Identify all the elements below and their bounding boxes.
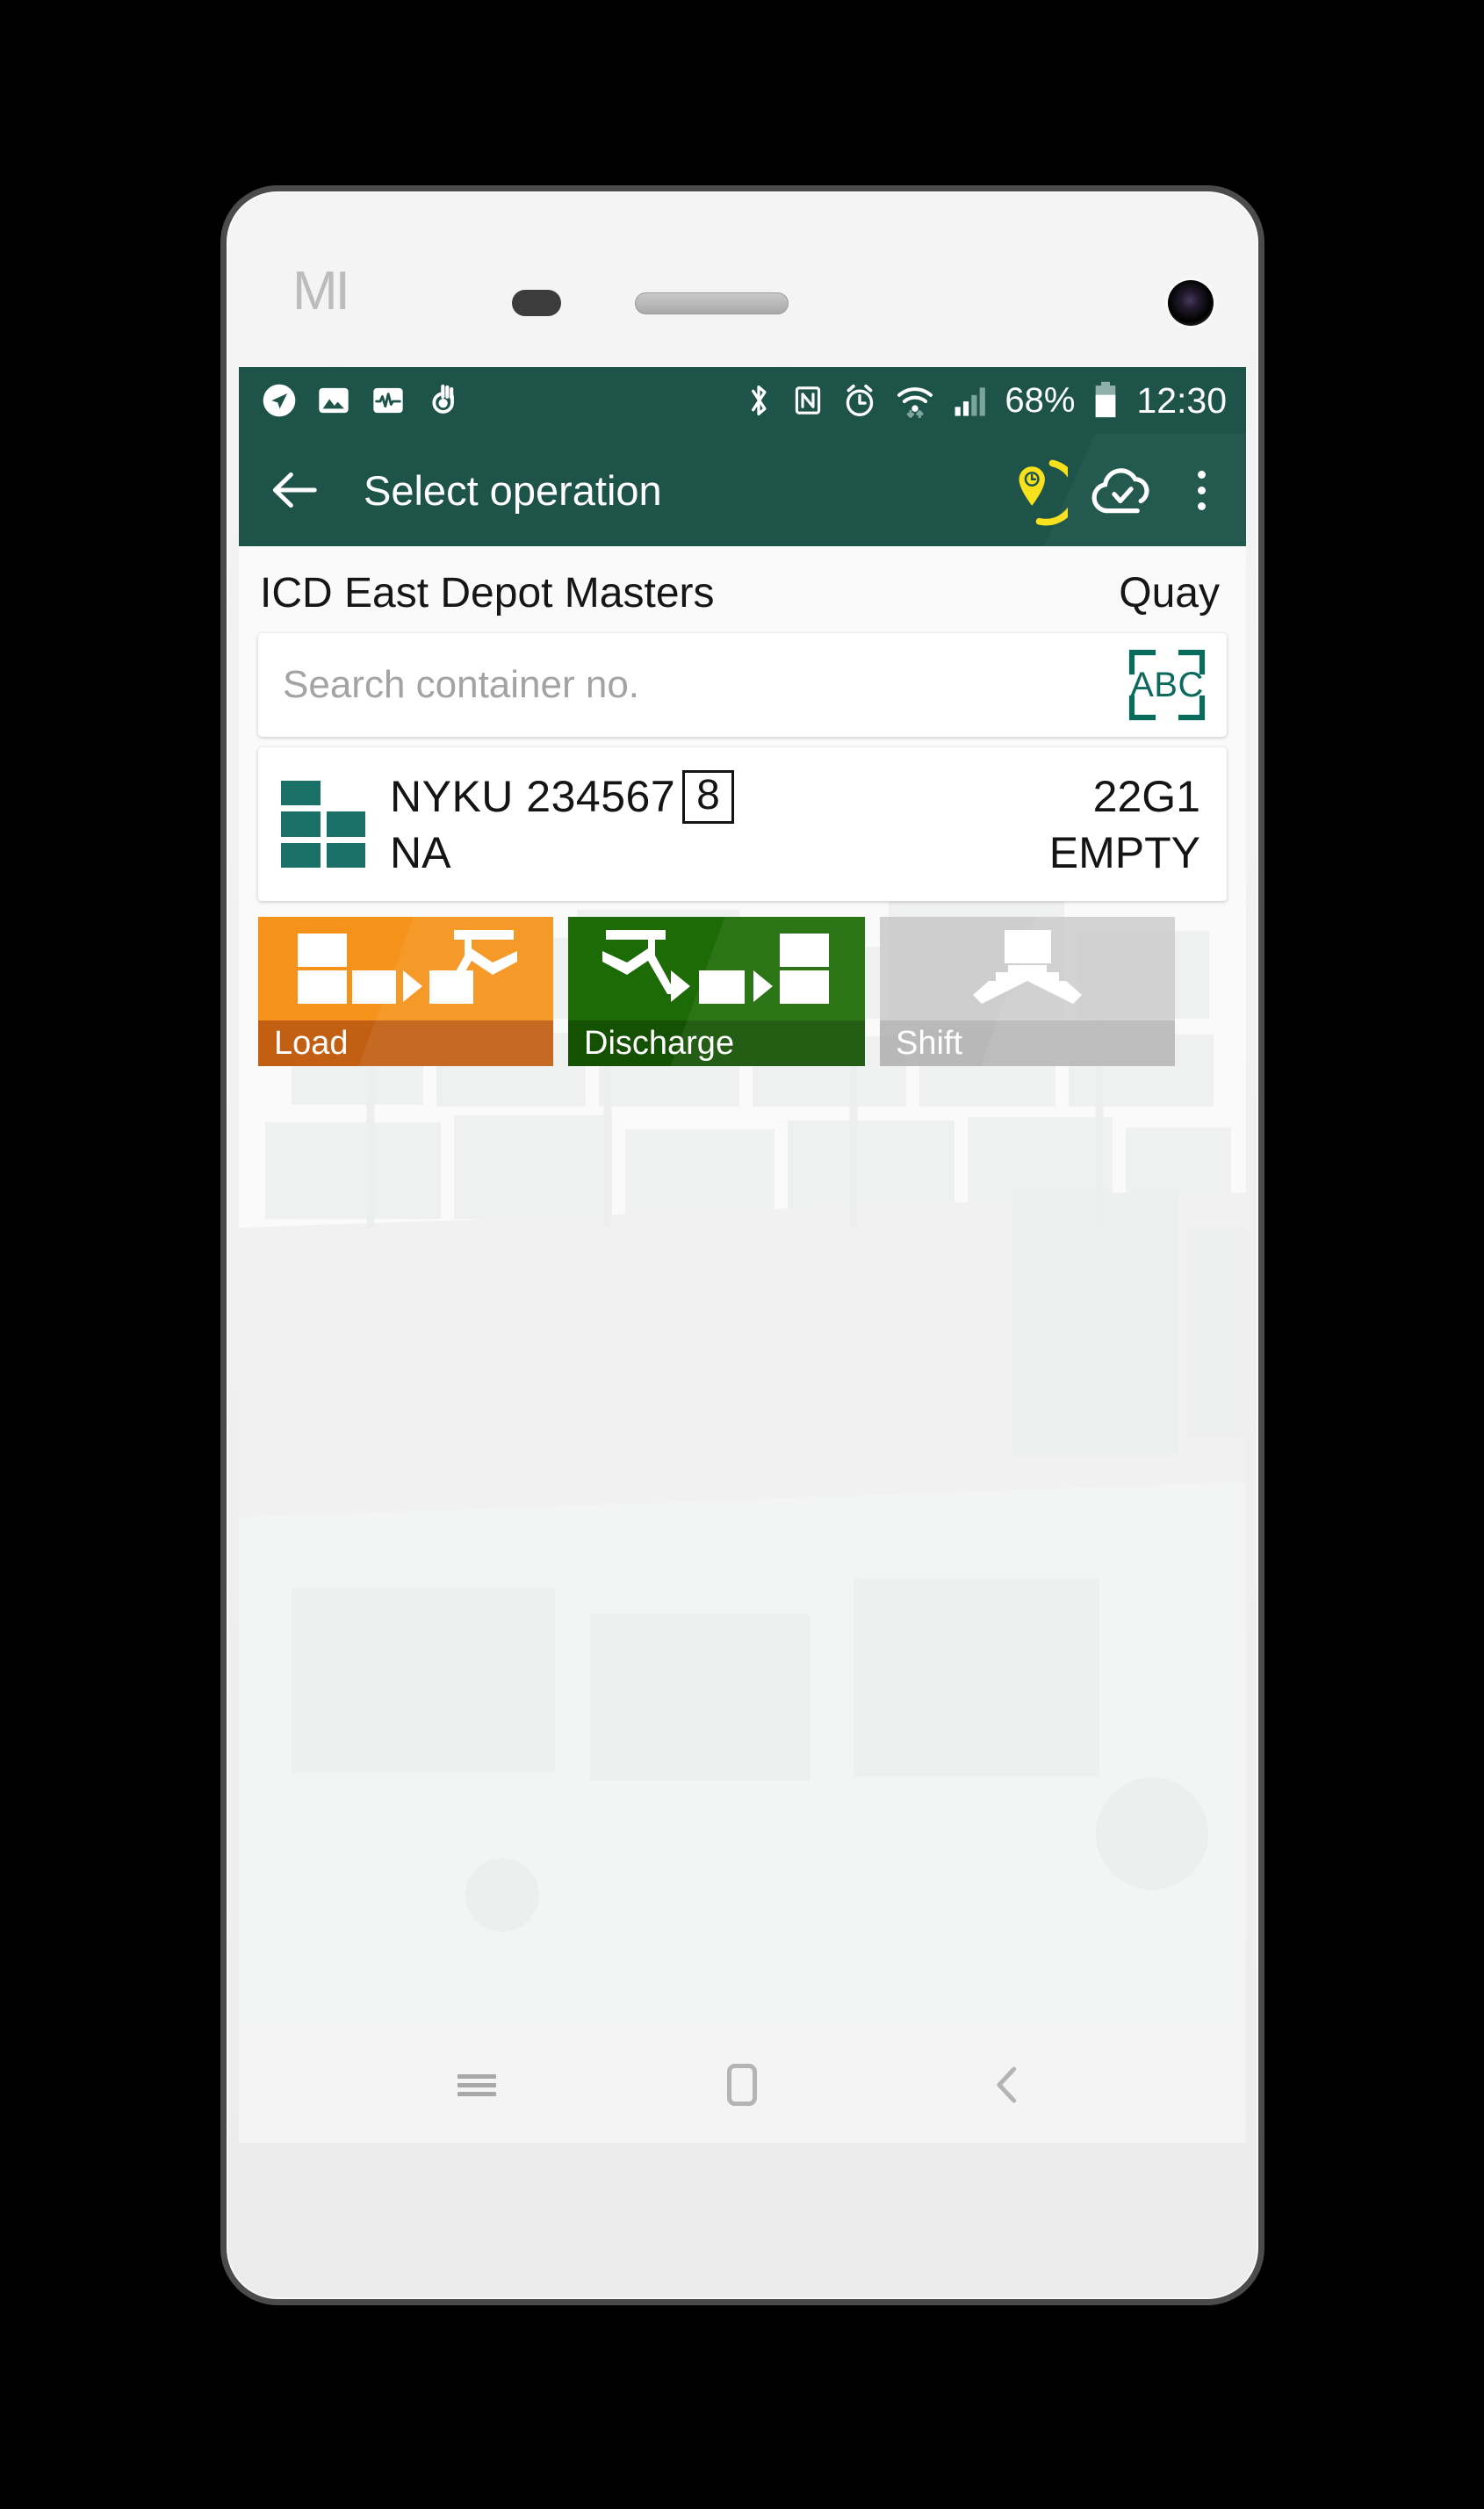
- container-result-row[interactable]: NYKU 234567 8 NA 22G1 EMPTY: [258, 747, 1227, 901]
- back-arrow-icon: [272, 472, 317, 508]
- container-stack-icon: [281, 780, 366, 869]
- depot-name-label: ICD East Depot Masters: [260, 570, 715, 616]
- container-status-left: NA: [390, 828, 451, 878]
- recents-icon: [457, 2070, 497, 2101]
- battery-icon: [1096, 381, 1116, 418]
- home-button[interactable]: [694, 2037, 790, 2133]
- status-bar-right-icons: 68% 12:30: [743, 380, 1227, 421]
- app-bar-actions: [997, 453, 1227, 527]
- ocr-scan-button[interactable]: ABC: [1127, 647, 1207, 723]
- content-area: ICD East Depot Masters Quay ABC: [239, 546, 1246, 2027]
- shift-tile-label: Shift: [880, 1020, 1175, 1066]
- container-check-digit: 8: [682, 769, 734, 825]
- proximity-sensor-icon: [512, 290, 561, 316]
- container-block: [281, 842, 321, 869]
- container-status-row: NA: [390, 827, 1032, 878]
- cloud-sync-icon: [1091, 468, 1149, 514]
- location-label: Quay: [1119, 570, 1220, 616]
- container-block: [326, 811, 365, 837]
- front-camera-icon: [1168, 280, 1214, 326]
- page-title: Select operation: [364, 466, 662, 514]
- status-bar-left-icons: [262, 383, 460, 418]
- container-number-row: NYKU 234567 8: [390, 769, 1032, 825]
- load-tile-label: Load: [258, 1020, 553, 1066]
- app-bar: Select operation: [239, 434, 1246, 546]
- container-type-code: 22G1: [1092, 771, 1200, 821]
- battery-percent-label: 68%: [1005, 381, 1076, 420]
- back-icon: [997, 2066, 1017, 2103]
- bluetooth-icon: [752, 385, 767, 416]
- operation-tiles: Load Discharge Shift: [258, 917, 1227, 1066]
- cloud-sync-button[interactable]: [1086, 453, 1160, 527]
- search-bar[interactable]: ABC: [258, 633, 1227, 737]
- overflow-dot: [1197, 470, 1206, 479]
- container-number: NYKU 234567: [390, 772, 676, 822]
- depot-header: ICD East Depot Masters Quay: [239, 546, 1246, 633]
- operation-tile-discharge[interactable]: Discharge: [568, 917, 865, 1066]
- operation-tile-load[interactable]: Load: [258, 917, 553, 1066]
- wifi-icon: [897, 387, 933, 419]
- mi-brand-logo: MI: [292, 261, 350, 321]
- overflow-dot: [1197, 501, 1206, 510]
- status-clock: 12:30: [1136, 379, 1227, 421]
- container-block: [281, 811, 321, 837]
- overflow-menu-button[interactable]: [1176, 453, 1227, 527]
- alarm-icon: [846, 384, 874, 416]
- phone-frame: MI 68% 12:30 Select operation ICD East D…: [227, 191, 1258, 2299]
- container-meta: 22G1 EMPTY: [1049, 771, 1200, 878]
- status-bar: 68% 12:30: [239, 367, 1246, 434]
- photo-icon: [319, 387, 349, 414]
- container-block-empty: [327, 781, 366, 806]
- container-state: EMPTY: [1048, 827, 1200, 877]
- shift-on-ship-icon: [973, 930, 1082, 1004]
- load-to-ship-icon: [298, 930, 517, 1004]
- container-block: [326, 842, 365, 869]
- search-input[interactable]: [283, 663, 1127, 707]
- load-tile-art: [258, 917, 553, 1020]
- container-block: [281, 780, 321, 806]
- operation-tile-shift[interactable]: Shift: [880, 917, 1175, 1066]
- phone-top-bezel: MI: [227, 191, 1258, 367]
- activity-monitor-icon: [373, 387, 403, 414]
- android-navigation-bar: [239, 2027, 1246, 2143]
- shift-tile-art: [880, 917, 1175, 1020]
- gps-location-button[interactable]: [997, 453, 1070, 527]
- home-icon: [727, 2064, 758, 2106]
- overflow-dot: [1197, 486, 1206, 494]
- gesture-hand-icon: [432, 384, 454, 414]
- signal-icon: [955, 387, 986, 416]
- gps-location-icon: [1019, 459, 1068, 526]
- nfc-icon: [796, 386, 821, 415]
- phone-screen: 68% 12:30 Select operation ICD East Depo…: [239, 367, 1246, 2027]
- phone-bottom-bezel: [227, 2143, 1258, 2299]
- discharge-from-ship-icon: [602, 930, 829, 1004]
- recents-button[interactable]: [429, 2037, 525, 2133]
- nav-back-button[interactable]: [960, 2037, 1056, 2133]
- container-info: NYKU 234567 8 NA: [390, 769, 1032, 878]
- back-button[interactable]: [262, 458, 327, 523]
- discharge-tile-label: Discharge: [568, 1020, 865, 1066]
- earpiece-speaker: [635, 292, 789, 314]
- navigation-arrow-icon: [263, 384, 296, 417]
- scan-frame-icon: [1128, 649, 1206, 721]
- discharge-tile-art: [568, 917, 865, 1020]
